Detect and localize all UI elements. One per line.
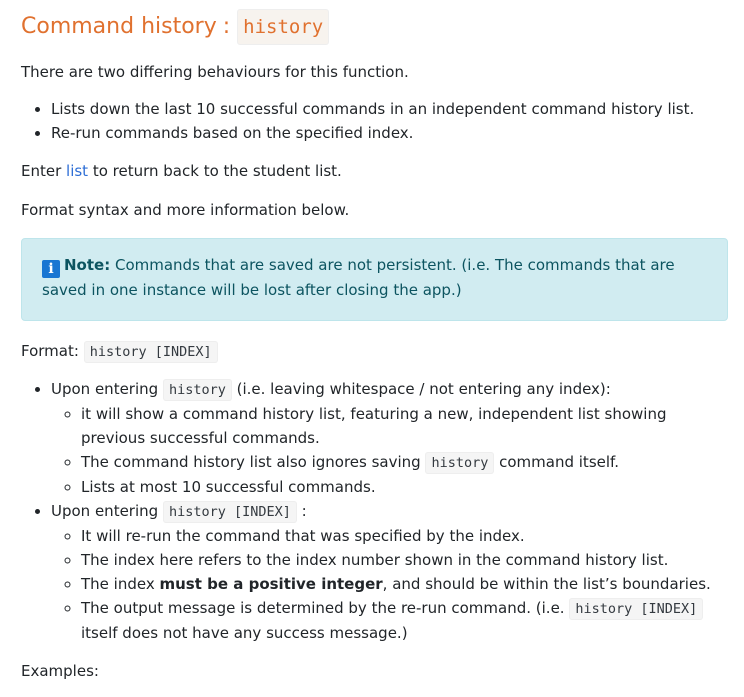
detail-prefix: The output message is determined by the … [81,599,570,617]
usage-detail-item: The index must be a positive integer, an… [81,572,728,596]
section-title-code: history [237,9,330,45]
usage-detail-item: it will show a command history list, fea… [81,402,728,450]
usage-code: history [162,379,232,401]
usage-detail-list: It will re-run the command that was spec… [51,524,728,645]
format-line: Format: history [INDEX] [21,340,728,363]
detail-suffix: command itself. [494,453,619,471]
intro-text: There are two differing behaviours for t… [21,63,409,81]
note-label: Note: [64,256,111,274]
return-text: Enter list to return back to the student… [21,160,728,182]
format-intro-text: Format syntax and more information below… [21,201,350,219]
info-icon: i [42,260,60,278]
behaviour-list: Lists down the last 10 successful comman… [21,97,728,145]
return-suffix: to return back to the student list. [88,162,342,180]
detail-code: history [425,452,495,474]
usage-suffix: : [296,502,307,520]
detail-prefix: The command history list also ignores sa… [81,453,426,471]
list-link[interactable]: list [66,162,88,180]
behaviour-item: Lists down the last 10 successful comman… [51,97,728,121]
note-text: Commands that are saved are not persiste… [42,256,675,299]
usage-item: Upon entering history [INDEX] : It will … [51,499,728,645]
usage-detail-item: The output message is determined by the … [81,596,728,645]
usage-detail-item: It will re-run the command that was spec… [81,524,728,548]
section-title: Command history : history [21,9,728,45]
usage-list: Upon entering history (i.e. leaving whit… [21,377,728,645]
detail-suffix: itself does not have any success message… [81,624,408,642]
usage-prefix: Upon entering [51,380,163,398]
detail-code: history [INDEX] [569,598,704,620]
detail-prefix: The index [81,575,160,593]
return-prefix: Enter [21,162,67,180]
behaviour-item: Re-run commands based on the specified i… [51,121,728,145]
usage-detail-item: The command history list also ignores sa… [81,450,728,475]
section-title-separator: : [222,14,231,39]
detail-bold: must be a positive integer [159,575,383,593]
detail-suffix: , and should be within the list’s bounda… [382,575,711,593]
usage-code: history [INDEX] [162,501,297,523]
note-callout: i Note: Commands that are saved are not p… [21,238,728,321]
examples-label: Examples: [21,662,99,680]
usage-suffix: (i.e. leaving whitespace / not entering … [231,380,611,398]
format-label: Format: [21,342,84,360]
format-code: history [INDEX] [83,341,218,363]
usage-detail-item: Lists at most 10 successful commands. [81,475,728,499]
page: Command history : history There are two … [0,0,744,697]
usage-item: Upon entering history (i.e. leaving whit… [51,377,728,499]
usage-prefix: Upon entering [51,502,163,520]
usage-detail-list: it will show a command history list, fea… [51,402,728,499]
usage-detail-item: The index here refers to the index numbe… [81,548,728,572]
section-title-text: Command history [21,14,217,39]
